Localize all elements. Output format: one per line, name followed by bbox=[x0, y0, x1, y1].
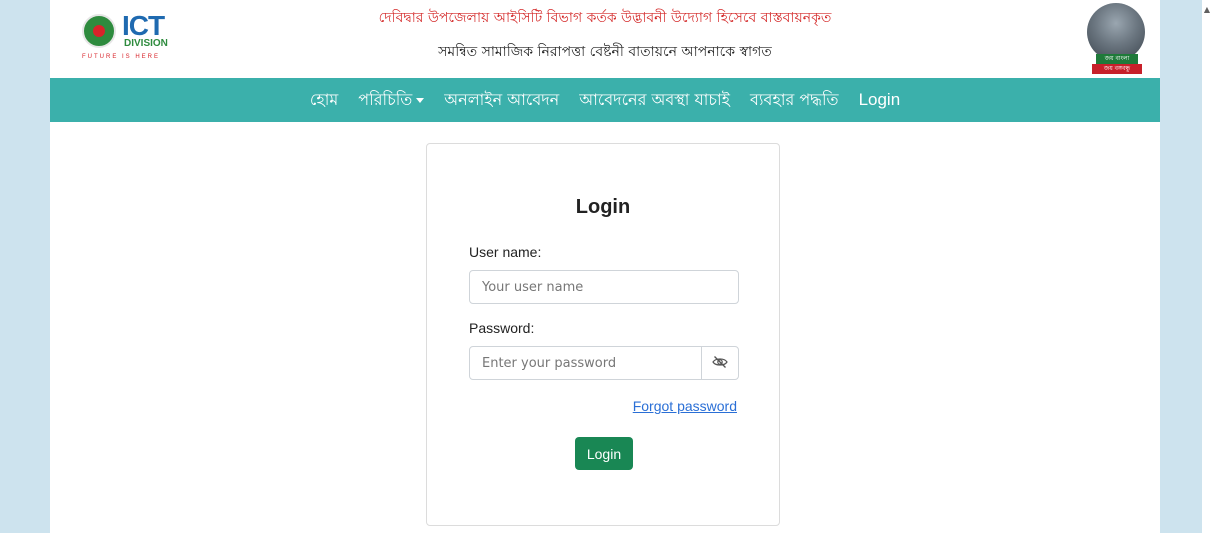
nav-item-usage-guide[interactable]: ব্যবহার পদ্ধতি bbox=[750, 87, 839, 114]
nav-item-online-application[interactable]: অনলাইন আবেদন bbox=[444, 87, 559, 114]
portrait-banner-bottom: জয় বঙ্গবন্ধু bbox=[1092, 64, 1142, 74]
eye-slash-icon bbox=[712, 354, 728, 373]
nav-item-label: ব্যবহার পদ্ধতি bbox=[750, 89, 839, 109]
main-navbar: হোম পরিচিতি অনলাইন আবেদন আবেদনের অবস্থা … bbox=[50, 78, 1160, 122]
nav-item-home[interactable]: হোম bbox=[310, 87, 338, 114]
nav-item-label: Login bbox=[858, 90, 901, 109]
government-emblem-icon bbox=[82, 14, 116, 48]
emblem-center bbox=[93, 25, 105, 37]
login-submit-button[interactable]: Login bbox=[575, 437, 633, 470]
header-welcome-text: সমন্বিত সামাজিক নিরাপত্তা বেষ্টনী বাতায়… bbox=[438, 44, 772, 60]
nav-item-label: পরিচিতি bbox=[358, 89, 413, 109]
portrait-banner-top: জয় বাংলা bbox=[1096, 54, 1138, 64]
password-toggle-button[interactable] bbox=[701, 346, 739, 380]
forgot-password-link[interactable]: Forgot password bbox=[633, 398, 737, 414]
password-input-group bbox=[469, 346, 739, 380]
login-card: Login User name: Password: Forgot passwo… bbox=[426, 143, 780, 526]
caret-down-icon bbox=[416, 97, 425, 103]
logo-subtitle: DIVISION bbox=[124, 38, 168, 49]
ict-division-logo[interactable]: ICT DIVISION FUTURE IS HERE bbox=[80, 12, 170, 62]
login-title: Login bbox=[575, 196, 631, 218]
nav-list: হোম পরিচিতি অনলাইন আবেদন আবেদনের অবস্থা … bbox=[50, 78, 1160, 122]
nav-item-label: আবেদনের অবস্থা যাচাই bbox=[579, 89, 730, 109]
username-input[interactable] bbox=[469, 270, 739, 304]
logo-title: ICT bbox=[122, 10, 165, 41]
password-label: Password: bbox=[469, 320, 535, 336]
nav-item-application-status[interactable]: আবেদনের অবস্থা যাচাই bbox=[579, 87, 730, 114]
leader-portrait-image: জয় বাংলা জয় বঙ্গবন্ধু bbox=[1086, 3, 1146, 75]
nav-item-label: হোম bbox=[309, 89, 339, 109]
vertical-scrollbar[interactable]: ▲ bbox=[1202, 0, 1212, 533]
logo-tagline: FUTURE IS HERE bbox=[82, 54, 161, 60]
page-container: ICT DIVISION FUTURE IS HERE দেবিদ্বার উপ… bbox=[50, 0, 1160, 533]
scroll-up-arrow-icon[interactable]: ▲ bbox=[1204, 6, 1210, 14]
username-label: User name: bbox=[469, 244, 542, 260]
portrait-photo bbox=[1087, 3, 1145, 61]
nav-item-about-dropdown[interactable]: পরিচিতি bbox=[358, 87, 425, 114]
header-initiative-text: দেবিদ্বার উপজেলায় আইসিটি বিভাগ কর্তক উদ… bbox=[378, 10, 832, 26]
site-header: ICT DIVISION FUTURE IS HERE দেবিদ্বার উপ… bbox=[50, 0, 1160, 78]
nav-item-label: অনলাইন আবেদন bbox=[444, 89, 560, 109]
password-input[interactable] bbox=[469, 346, 703, 380]
nav-item-login[interactable]: Login bbox=[859, 90, 901, 110]
